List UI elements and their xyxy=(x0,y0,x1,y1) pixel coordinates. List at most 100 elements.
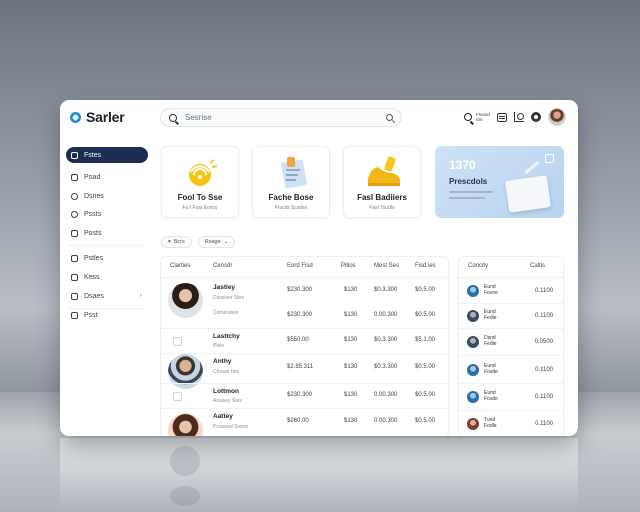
notification-icon[interactable] xyxy=(531,112,541,122)
edit-icon xyxy=(71,229,78,237)
row-checkbox[interactable] xyxy=(173,337,182,346)
sidebar-item-label: Fstes xyxy=(84,151,102,159)
app-logo[interactable]: Sarler xyxy=(70,109,125,125)
sidebar-item-poad[interactable]: Poad xyxy=(66,169,148,185)
column-header[interactable]: Pitios xyxy=(341,263,356,269)
card-title: Fache Bose xyxy=(268,193,314,202)
item-detail: Fedle xyxy=(484,315,497,321)
promo-number: 1370 xyxy=(449,158,476,172)
card-subtitle: Fasl Toudls xyxy=(369,205,395,211)
filter-label: Rsage xyxy=(204,239,221,245)
chevron-down-icon: ⌄ xyxy=(223,239,229,245)
orders-table: Clarties Censdr Eord Fisd Pitios Mest Se… xyxy=(160,256,449,436)
search-bar[interactable]: Sesrise xyxy=(160,108,402,127)
feature-card[interactable]: Fache Bose Frucils Scsdes xyxy=(252,146,330,218)
customer-detail: Chewst Ites xyxy=(213,369,240,375)
promo-banner[interactable]: 1370 Prescdols xyxy=(435,146,564,218)
sidebar-item-psst[interactable]: Psst xyxy=(66,307,148,323)
sidebar-item-posts[interactable]: Posts xyxy=(66,225,148,241)
column-header[interactable]: Concity xyxy=(468,263,488,269)
table-cell: $130 xyxy=(344,287,358,293)
sidebar-item-label: Dsaes xyxy=(84,292,104,300)
app-name: Sarler xyxy=(86,109,125,125)
table-cell: 0.00.300 xyxy=(374,418,398,424)
header-tool-label: Fmnsd Sin xyxy=(476,112,490,122)
column-header[interactable]: Caltis xyxy=(530,263,545,269)
table-row[interactable]: Comersties $230.300 $130 0.00.300 $0.5.0… xyxy=(161,304,448,329)
sidebar-item-dsnes[interactable]: Dsnes xyxy=(66,188,148,204)
list-item[interactable]: Eund Fovne 0.1100 xyxy=(459,279,563,304)
pen-illustration xyxy=(524,160,540,175)
inbox-icon[interactable] xyxy=(497,112,507,122)
sidebar-item-pstles[interactable]: Pstles xyxy=(66,250,148,266)
table-row[interactable]: Jastley Cossiser Stes $230.300 $130 $0.3… xyxy=(161,279,448,318)
sidebar-item-dsaes[interactable]: Dsaes › xyxy=(66,288,148,304)
table-cell: $5.1.00 xyxy=(415,337,436,343)
sidebar-item-label: Poad xyxy=(84,173,101,181)
item-value: 0.1100 xyxy=(535,367,553,373)
calendar-icon xyxy=(71,292,78,300)
column-header[interactable]: Clarties xyxy=(170,263,190,269)
table-row[interactable]: Anthy Chewst Ites $2.85.311 $130 $0.3.30… xyxy=(161,354,448,389)
share-icon[interactable] xyxy=(545,154,554,163)
column-header[interactable]: Censdr xyxy=(213,263,232,269)
list-item[interactable]: Eund Fosde 0.1100 xyxy=(459,356,563,384)
customer-name: Anthy xyxy=(213,358,232,365)
table-cell: $130 xyxy=(344,364,358,370)
table-cell: $0.5.00 xyxy=(415,312,436,318)
analytics-icon[interactable] xyxy=(514,112,524,122)
table-row[interactable]: Lottmon Ansisey Stes $230.300 $130 0.00.… xyxy=(161,384,448,409)
list-item[interactable]: Dsnd Fedle 0.0500 xyxy=(459,329,563,356)
feature-card[interactable]: Fasl Badiiers Fasl Toudls xyxy=(343,146,421,218)
table-cell: $130 xyxy=(344,392,358,398)
file-icon xyxy=(71,311,78,319)
item-detail: Fosde xyxy=(484,396,498,402)
table-cell: $0.3.300 xyxy=(374,287,398,293)
filter-label: Bcrs xyxy=(173,239,185,245)
customer-detail: Ansisey Stes xyxy=(213,398,242,404)
column-header[interactable]: Eord Fisd xyxy=(287,263,313,269)
chevron-right-icon: › xyxy=(139,292,142,299)
home-icon xyxy=(71,151,78,159)
document-illustration xyxy=(504,175,552,213)
feature-card[interactable]: Fool To Sse Fo:t Fost Eoricy xyxy=(161,146,239,218)
sidebar-item-kess[interactable]: Kess xyxy=(66,269,148,285)
people-icon xyxy=(71,210,78,218)
table-cell: $230.300 xyxy=(287,392,313,398)
avatar xyxy=(467,364,479,376)
logo-icon xyxy=(70,111,81,123)
item-value: 0.1100 xyxy=(535,421,553,427)
list-item[interactable]: Eund Fosde 0.1100 xyxy=(459,384,563,411)
filter-chip-rsage[interactable]: Rsage ⌄ xyxy=(197,236,236,248)
window-reflection xyxy=(60,438,578,512)
search-icon[interactable] xyxy=(464,113,472,121)
row-checkbox[interactable] xyxy=(173,392,182,401)
table-row[interactable]: Lasttchy Pleis $550.00 $130 $0.3.300 $5.… xyxy=(161,329,448,354)
table-cell: $130 xyxy=(344,312,358,318)
customer-detail: Prouseal Sioner xyxy=(213,424,249,430)
sidebar-item-label: Pstles xyxy=(84,254,104,262)
table-cell: $130 xyxy=(344,337,358,343)
column-header[interactable]: Mest Ses xyxy=(374,263,399,269)
table-cell: $0.5.00 xyxy=(415,364,436,370)
filter-chip-bcrs[interactable]: ▾ Bcrs xyxy=(161,236,192,248)
customer-detail: Pleis xyxy=(213,343,224,349)
table-row[interactable]: Aattey Prouseal Sioner $260.00 $130 0.00… xyxy=(161,409,448,436)
table-cell: $2.85.311 xyxy=(287,364,314,370)
folder-icon xyxy=(71,254,78,262)
search-submit-icon[interactable] xyxy=(386,114,393,121)
activity-table: Concity Caltis Eund Fovne 0.1100 Eund Fe… xyxy=(458,256,564,436)
sidebar-item-fstes[interactable]: Fstes xyxy=(66,147,148,163)
search-placeholder[interactable]: Sesrise xyxy=(185,113,386,122)
list-item[interactable]: Eund Fedle 0.1100 xyxy=(459,304,563,329)
avatar xyxy=(467,310,479,322)
list-item[interactable]: Tund Fodle 0.1100 xyxy=(459,411,563,436)
grid-icon xyxy=(71,273,78,281)
column-header[interactable]: Fisd:ies xyxy=(415,263,436,269)
sidebar-item-label: Posts xyxy=(84,229,102,237)
header-divider xyxy=(161,277,448,278)
filter-bar: ▾ Bcrs Rsage ⌄ xyxy=(161,236,236,248)
sidebar-item-pssts[interactable]: Pssts xyxy=(66,206,148,222)
table-cell: $130 xyxy=(344,418,358,424)
user-avatar[interactable] xyxy=(548,108,566,126)
